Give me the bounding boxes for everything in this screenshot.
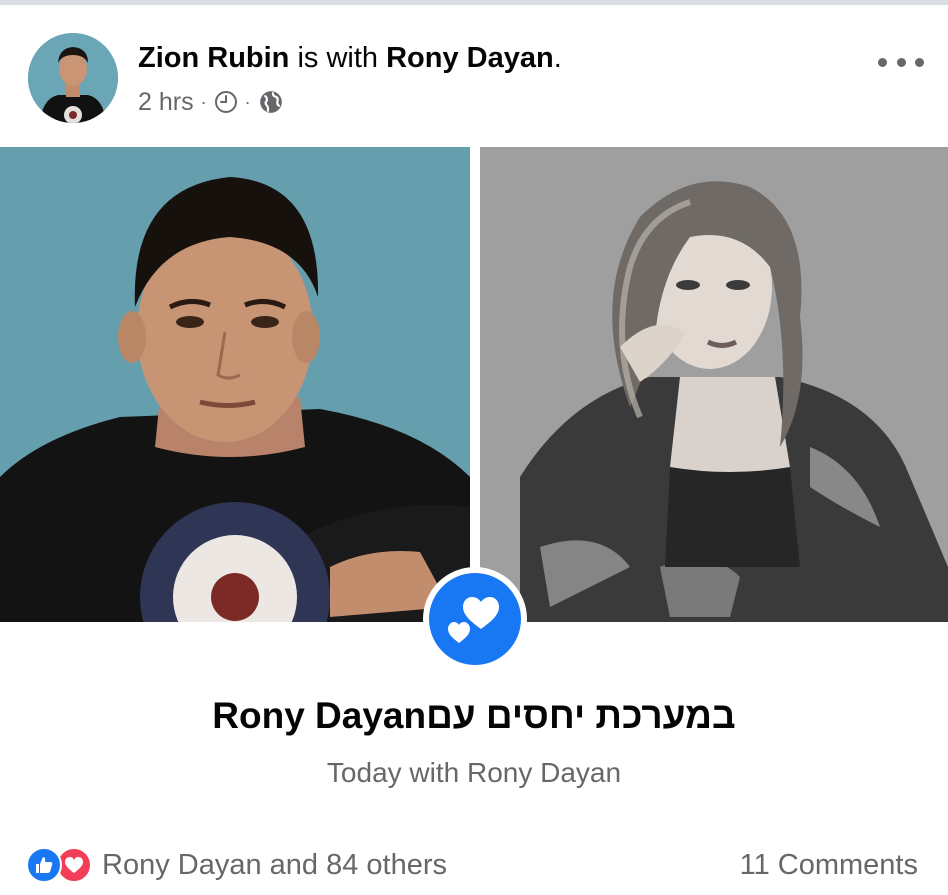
like-icon	[26, 847, 62, 883]
post-time[interactable]: 2 hrs	[138, 88, 194, 117]
relationship-title[interactable]: במערכת יחסים עםRony Dayan	[0, 692, 948, 740]
photo-zion-rubin[interactable]	[0, 147, 470, 622]
post-meta: 2 hrs · ·	[138, 87, 284, 117]
tagged-name[interactable]: Rony Dayan	[386, 42, 554, 74]
relationship-badge[interactable]	[423, 567, 527, 671]
separator-dot: ·	[244, 91, 251, 112]
with-text: is with	[297, 42, 379, 74]
photo-pair	[0, 147, 948, 622]
reactions-summary[interactable]: Rony Dayan and 84 others	[26, 846, 447, 884]
reactions-text: Rony Dayan and 84 others	[102, 848, 447, 881]
more-options-button[interactable]	[878, 49, 924, 75]
photo-rony-dayan[interactable]	[480, 147, 948, 622]
globe-icon[interactable]	[258, 89, 284, 115]
relationship-subtitle: Today with Rony Dayan	[326, 757, 622, 788]
more-dots-icon	[878, 57, 887, 67]
hearts-icon	[429, 573, 521, 665]
post-header: Zion Rubin is with Rony Dayan. 2 hrs · ·	[0, 5, 948, 145]
separator-dot: ·	[200, 91, 207, 112]
author-line: Zion Rubin is with Rony Dayan.	[138, 41, 562, 75]
author-avatar[interactable]	[28, 33, 118, 123]
clock-icon	[214, 90, 238, 114]
author-name[interactable]: Zion Rubin	[138, 42, 289, 74]
period: .	[553, 42, 562, 74]
comments-count[interactable]: 11 Comments	[740, 846, 918, 884]
